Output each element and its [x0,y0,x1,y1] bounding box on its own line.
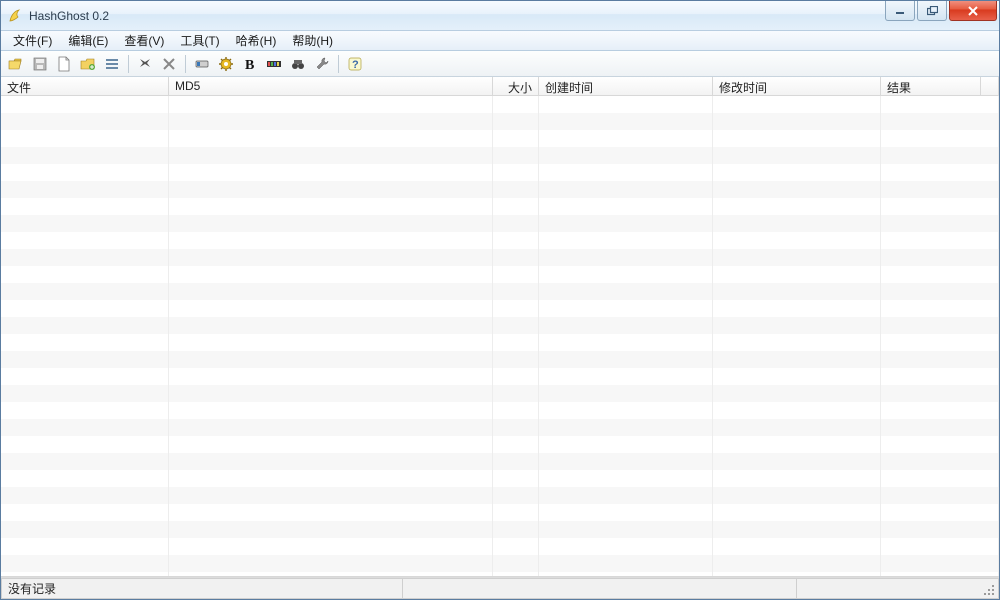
maximize-icon [927,6,938,16]
toolbar: B ? [1,51,999,77]
col-header-ctime[interactable]: 创建时间 [539,77,713,95]
status-pane-1: 没有记录 [1,578,403,599]
tb-save[interactable] [29,53,51,75]
window-controls [883,1,999,21]
tb-help[interactable]: ? [344,53,366,75]
menubar: 文件(F) 编辑(E) 查看(V) 工具(T) 哈希(H) 帮助(H) [1,31,999,51]
col-header-mtime[interactable]: 修改时间 [713,77,881,95]
col-header-tail[interactable] [981,77,999,95]
folder-icon [80,56,96,72]
tb-new[interactable] [53,53,75,75]
app-icon [7,8,23,24]
tb-bold[interactable]: B [239,53,261,75]
minimize-icon [895,6,905,16]
tb-find[interactable] [134,53,156,75]
statusbar: 没有记录 [1,577,999,599]
tb-palette[interactable] [263,53,285,75]
menu-edit[interactable]: 编辑(E) [60,30,116,51]
wrench-icon [314,56,330,72]
gear-icon [218,56,234,72]
menu-view[interactable]: 查看(V) [116,30,172,51]
menu-help[interactable]: 帮助(H) [284,30,341,51]
column-headers: 文件 MD5 大小 创建时间 修改时间 结果 [1,77,999,96]
minimize-button[interactable] [885,1,915,21]
window-title: HashGhost 0.2 [29,9,109,23]
toolbar-separator [128,55,129,73]
app-window: HashGhost 0.2 文件(F) 编辑(E) 查看(V) 工具(T) 哈希 [0,0,1000,600]
status-pane-2 [403,578,797,599]
titlebar[interactable]: HashGhost 0.2 [1,1,999,31]
toolbar-separator [185,55,186,73]
svg-text:B: B [245,58,254,72]
col-header-size[interactable]: 大小 [493,77,539,95]
bold-icon: B [242,56,258,72]
list-gridlines [1,96,999,576]
device-icon [194,56,210,72]
menu-hash[interactable]: 哈希(H) [228,30,285,51]
list-icon [104,56,120,72]
close-button[interactable] [949,1,997,21]
save-icon [32,56,48,72]
col-header-md5[interactable]: MD5 [169,77,493,95]
maximize-button[interactable] [917,1,947,21]
find-icon [137,56,153,72]
close-icon [967,6,979,16]
tb-settings[interactable] [215,53,237,75]
tb-list[interactable] [101,53,123,75]
resize-grip-icon[interactable] [982,583,996,597]
binoculars-icon [290,56,306,72]
tb-add-folder[interactable] [77,53,99,75]
tb-device[interactable] [191,53,213,75]
status-pane-3 [797,578,999,599]
toolbar-separator [338,55,339,73]
tb-binoculars[interactable] [287,53,309,75]
menu-tools[interactable]: 工具(T) [172,30,227,51]
tb-clear[interactable] [158,53,180,75]
new-icon [56,56,72,72]
tb-wrench[interactable] [311,53,333,75]
tb-open[interactable] [5,53,27,75]
clear-icon [161,56,177,72]
svg-text:?: ? [352,59,359,71]
col-header-file[interactable]: 文件 [1,77,169,95]
open-icon [8,56,24,72]
col-header-result[interactable]: 结果 [881,77,981,95]
help-icon: ? [347,56,363,72]
menu-file[interactable]: 文件(F) [5,30,60,51]
list-body[interactable] [1,96,999,577]
palette-icon [266,56,282,72]
